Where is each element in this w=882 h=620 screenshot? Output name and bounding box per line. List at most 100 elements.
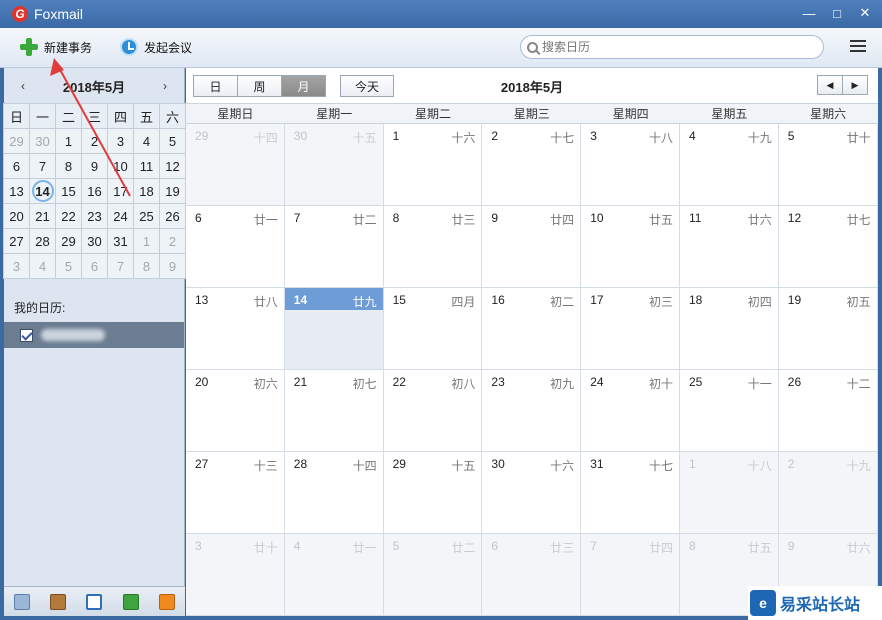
day-cell[interactable]: 23 初九 [482, 370, 582, 452]
mini-day[interactable]: 9 [159, 253, 186, 279]
notes-icon[interactable] [122, 593, 139, 610]
mini-day[interactable]: 25 [133, 203, 160, 229]
day-cell[interactable]: 28 十四 [284, 452, 384, 534]
mini-day[interactable]: 2 [159, 228, 186, 254]
mini-next-month-icon[interactable]: › [158, 79, 172, 93]
day-cell[interactable]: 29 十四 [186, 124, 285, 206]
mini-day[interactable]: 9 [81, 153, 108, 179]
day-cell[interactable]: 3 十八 [581, 124, 680, 206]
prev-month-button[interactable]: ◀ [817, 75, 843, 95]
mini-day[interactable]: 17 [107, 178, 134, 204]
mini-day[interactable]: 28 [29, 228, 56, 254]
mini-day[interactable]: 13 [3, 178, 30, 204]
day-cell[interactable]: 30 十六 [482, 452, 582, 534]
day-cell[interactable]: 20 初六 [186, 370, 285, 452]
day-cell[interactable]: 10 廿五 [581, 206, 680, 288]
calendar-icon[interactable] [86, 593, 103, 610]
day-cell[interactable]: 19 初五 [778, 288, 878, 370]
close-button[interactable]: ✕ [858, 4, 872, 22]
day-cell[interactable]: 4 廿一 [284, 534, 384, 616]
day-cell[interactable]: 15 四月 [383, 288, 483, 370]
mini-day[interactable]: 21 [29, 203, 56, 229]
day-cell[interactable]: 24 初十 [581, 370, 680, 452]
mini-prev-month-icon[interactable]: ‹ [16, 79, 30, 93]
start-meeting-button[interactable]: 发起会议 [120, 36, 192, 58]
mail-icon[interactable] [14, 593, 31, 610]
mini-day[interactable]: 2 [81, 128, 108, 154]
rss-icon[interactable] [158, 593, 175, 610]
day-cell[interactable]: 1 十八 [679, 452, 779, 534]
day-cell[interactable]: 2 十九 [778, 452, 878, 534]
day-cell[interactable]: 6 廿一 [186, 206, 285, 288]
calendar-checkbox[interactable] [20, 328, 33, 342]
mini-day[interactable]: 30 [29, 128, 56, 154]
contacts-icon[interactable] [50, 593, 67, 610]
mini-day[interactable]: 7 [107, 253, 134, 279]
day-cell[interactable]: 1 十六 [383, 124, 483, 206]
day-cell[interactable]: 26 十二 [778, 370, 878, 452]
day-cell[interactable]: 17 初三 [581, 288, 680, 370]
day-cell[interactable]: 11 廿六 [679, 206, 779, 288]
day-cell[interactable]: 30 十五 [284, 124, 384, 206]
mini-day[interactable]: 19 [159, 178, 186, 204]
mini-day[interactable]: 3 [107, 128, 134, 154]
mini-day[interactable]: 30 [81, 228, 108, 254]
day-cell[interactable]: 12 廿七 [778, 206, 878, 288]
mini-day[interactable]: 24 [107, 203, 134, 229]
mini-day[interactable]: 11 [133, 153, 160, 179]
day-cell[interactable]: 5 廿二 [383, 534, 483, 616]
mini-day[interactable]: 22 [55, 203, 82, 229]
day-cell[interactable]: 7 廿四 [581, 534, 680, 616]
mini-day[interactable]: 1 [55, 128, 82, 154]
day-cell[interactable]: 4 十九 [679, 124, 779, 206]
day-cell[interactable]: 29 十五 [383, 452, 483, 534]
mini-day[interactable]: 6 [3, 153, 30, 179]
day-cell[interactable]: 7 廿二 [284, 206, 384, 288]
calendar-list-item[interactable] [4, 322, 184, 348]
day-cell[interactable]: 21 初七 [284, 370, 384, 452]
mini-day[interactable]: 27 [3, 228, 30, 254]
mini-day[interactable]: 15 [55, 178, 82, 204]
mini-day[interactable]: 5 [159, 128, 186, 154]
day-cell[interactable]: 5 廿十 [778, 124, 878, 206]
day-cell[interactable]: 27 十三 [186, 452, 285, 534]
mini-day[interactable]: 23 [81, 203, 108, 229]
day-cell[interactable]: 31 十七 [581, 452, 680, 534]
maximize-button[interactable]: □ [830, 4, 844, 22]
day-cell[interactable]: 16 初二 [482, 288, 582, 370]
mini-day[interactable]: 4 [133, 128, 160, 154]
mini-day[interactable]: 6 [81, 253, 108, 279]
day-cell[interactable]: 8 廿三 [383, 206, 483, 288]
search-input[interactable] [542, 40, 812, 54]
mini-day[interactable]: 14 [29, 178, 56, 204]
day-cell[interactable]: 2 十七 [482, 124, 582, 206]
menu-icon[interactable] [850, 40, 866, 54]
mini-day[interactable]: 18 [133, 178, 160, 204]
mini-day[interactable]: 29 [3, 128, 30, 154]
next-month-button[interactable]: ▶ [842, 75, 868, 95]
mini-day[interactable]: 26 [159, 203, 186, 229]
mini-day[interactable]: 12 [159, 153, 186, 179]
day-cell[interactable]: 9 廿四 [482, 206, 582, 288]
mini-day[interactable]: 4 [29, 253, 56, 279]
mini-day[interactable]: 16 [81, 178, 108, 204]
mini-day[interactable]: 5 [55, 253, 82, 279]
minimize-button[interactable]: — [802, 4, 816, 22]
search-box[interactable] [520, 35, 824, 59]
day-cell[interactable]: 3 廿十 [186, 534, 285, 616]
mini-day[interactable]: 8 [55, 153, 82, 179]
new-event-button[interactable]: 新建事务 [20, 36, 92, 58]
day-cell[interactable]: 18 初四 [679, 288, 779, 370]
day-cell[interactable]: 22 初八 [383, 370, 483, 452]
mini-day[interactable]: 31 [107, 228, 134, 254]
mini-day[interactable]: 29 [55, 228, 82, 254]
mini-day[interactable]: 3 [3, 253, 30, 279]
day-cell[interactable]: 13 廿八 [186, 288, 285, 370]
mini-day[interactable]: 7 [29, 153, 56, 179]
mini-day[interactable]: 8 [133, 253, 160, 279]
day-cell[interactable]: 25 十一 [679, 370, 779, 452]
mini-day[interactable]: 20 [3, 203, 30, 229]
day-cell[interactable]: 14 廿九 [284, 288, 384, 370]
mini-day[interactable]: 10 [107, 153, 134, 179]
mini-day[interactable]: 1 [133, 228, 160, 254]
